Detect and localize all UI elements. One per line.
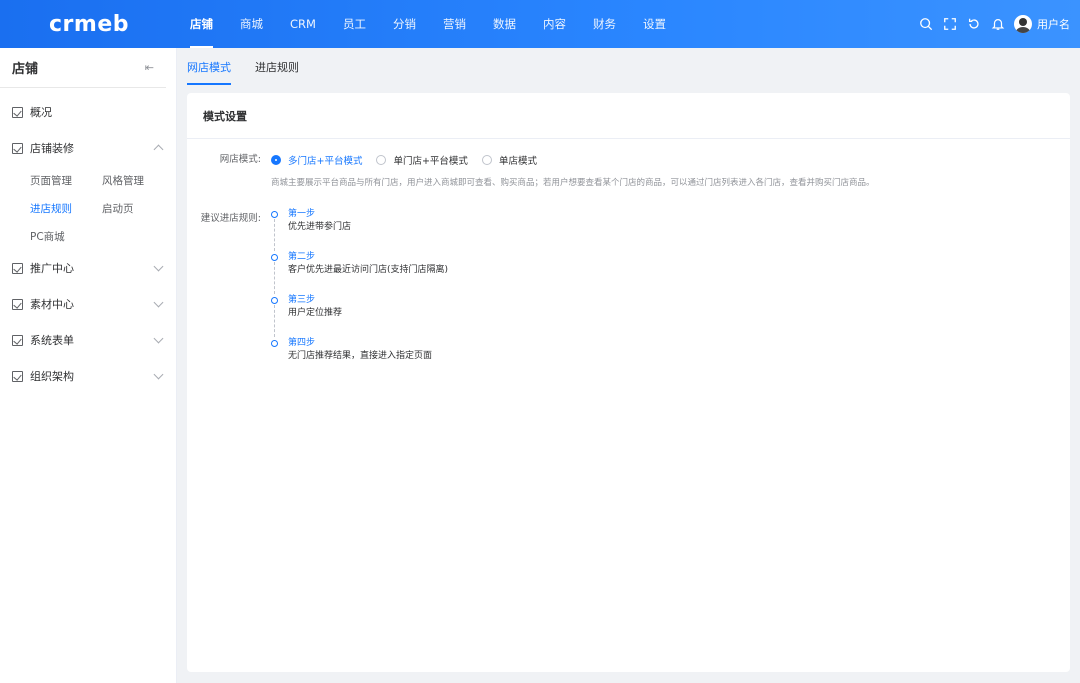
step-title: 第二步 xyxy=(288,252,316,262)
checkbox-doc-icon xyxy=(12,142,23,154)
sidebar-item-label: 店铺装修 xyxy=(30,142,74,155)
top-nav: 店铺 商城 CRM 员工 分销 营销 数据 内容 财务 设置 xyxy=(178,0,681,48)
sidebar-item-label: 推广中心 xyxy=(30,262,74,275)
timeline-node-icon xyxy=(271,211,278,218)
topnav-item-mall[interactable]: 商城 xyxy=(231,0,272,48)
topnav-item-data[interactable]: 数据 xyxy=(484,0,525,48)
radio-dot[interactable] xyxy=(481,155,492,165)
timeline-node-icon xyxy=(271,340,278,347)
timeline-step: 第三步 用户定位推荐 xyxy=(271,294,448,337)
refresh-icon[interactable] xyxy=(962,12,986,36)
submenu-item-pc-mall[interactable]: PC商城 xyxy=(30,222,102,250)
timeline-node-icon xyxy=(271,254,278,261)
checkbox-doc-icon xyxy=(12,370,23,382)
chevron-down-icon xyxy=(153,261,164,272)
radio-single-store[interactable]: 单店模式 xyxy=(481,153,537,167)
topnav-item-crm[interactable]: CRM xyxy=(281,0,325,48)
topnav-item-staff[interactable]: 员工 xyxy=(334,0,375,48)
bell-icon[interactable] xyxy=(986,12,1010,36)
brand-logo[interactable]: crmeb xyxy=(0,0,178,48)
mode-form-row: 网店模式: 多门店+平台模式 单门店+平台模式 单店模式 xyxy=(187,153,551,167)
rules-label: 建议进店规则: xyxy=(200,213,261,224)
chevron-up-icon xyxy=(153,144,164,155)
timeline-node-icon xyxy=(271,297,278,304)
collapse-sidebar-icon[interactable]: ⇤ xyxy=(145,61,154,74)
fullscreen-icon[interactable] xyxy=(938,12,962,36)
mode-settings-card: 模式设置 网店模式: 多门店+平台模式 单门店+平台模式 单店模式 商城主要展示… xyxy=(187,93,1070,672)
checkbox-doc-icon xyxy=(12,298,23,310)
mode-hint-text: 商城主要展示平台商品与所有门店，用户进入商城即可查看、购买商品；若用户想要查看某… xyxy=(271,178,875,188)
sidebar-item-materials[interactable]: 素材中心 xyxy=(0,286,176,322)
chevron-down-icon xyxy=(153,297,164,308)
step-title: 第一步 xyxy=(288,209,316,219)
submenu-item-entry-rules[interactable]: 进店规则 xyxy=(30,194,102,222)
user-name[interactable]: 用户名 xyxy=(1037,16,1070,32)
tab-store-mode[interactable]: 网店模式 xyxy=(187,48,231,85)
radio-label: 单店模式 xyxy=(498,156,537,167)
top-bar: crmeb 店铺 商城 CRM 员工 分销 营销 数据 内容 财务 设置 用户名 xyxy=(0,0,1080,48)
timeline-connector xyxy=(274,262,275,294)
sidebar-item-system-forms[interactable]: 系统表单 xyxy=(0,322,176,358)
sidebar-item-organization[interactable]: 组织架构 xyxy=(0,358,176,394)
radio-multi-store-platform[interactable]: 多门店+平台模式 xyxy=(271,153,362,167)
sidebar: 店铺 ⇤ 概况 店铺装修 页面管理 风格管理 进店规则 启动页 PC商城 推广中… xyxy=(0,48,177,683)
user-menu[interactable]: 用户名 xyxy=(1014,15,1070,33)
submenu-item-page-manage[interactable]: 页面管理 xyxy=(30,166,102,194)
checkbox-doc-icon xyxy=(12,262,23,274)
topnav-item-finance[interactable]: 财务 xyxy=(584,0,625,48)
radio-dot[interactable] xyxy=(376,155,387,165)
topnav-item-marketing[interactable]: 营销 xyxy=(434,0,475,48)
topnav-item-distribution[interactable]: 分销 xyxy=(384,0,425,48)
checkbox-doc-icon xyxy=(12,334,23,346)
submenu-item-style-manage[interactable]: 风格管理 xyxy=(102,166,174,194)
top-right-tools: 用户名 xyxy=(914,0,1070,48)
chevron-down-icon xyxy=(153,369,164,380)
chevron-down-icon xyxy=(153,333,164,344)
sidebar-header: 店铺 ⇤ xyxy=(0,48,166,88)
mode-radio-group: 多门店+平台模式 单门店+平台模式 单店模式 xyxy=(271,153,551,167)
topnav-item-settings[interactable]: 设置 xyxy=(634,0,675,48)
sidebar-title: 店铺 xyxy=(12,62,39,77)
step-desc: 客户优先进最近访问门店(支持门店隔离) xyxy=(288,265,449,275)
sidebar-item-promotion[interactable]: 推广中心 xyxy=(0,250,176,286)
topnav-item-store[interactable]: 店铺 xyxy=(181,0,222,48)
timeline-step: 第一步 优先进带参门店 xyxy=(271,208,448,251)
step-desc: 用户定位推荐 xyxy=(288,308,343,318)
timeline-step: 第二步 客户优先进最近访问门店(支持门店隔离) xyxy=(271,251,448,294)
mode-label: 网店模式: xyxy=(219,154,261,165)
radio-dot[interactable] xyxy=(271,155,281,165)
timeline-step: 第四步 无门店推荐结果，直接进入指定页面 xyxy=(271,337,448,380)
entry-rules-timeline: 第一步 优先进带参门店 第二步 客户优先进最近访问门店(支持门店隔离) 第三步 … xyxy=(271,208,448,380)
radio-label: 多门店+平台模式 xyxy=(288,156,363,167)
sidebar-item-overview[interactable]: 概况 xyxy=(0,94,176,130)
step-title: 第四步 xyxy=(288,338,316,348)
tab-entry-rules[interactable]: 进店规则 xyxy=(255,48,299,85)
submenu-item-splash-page[interactable]: 启动页 xyxy=(102,194,174,222)
step-title: 第三步 xyxy=(288,295,316,305)
step-desc: 优先进带参门店 xyxy=(288,222,352,232)
topnav-item-content[interactable]: 内容 xyxy=(534,0,575,48)
page-tabs: 网店模式 进店规则 xyxy=(187,48,323,85)
checkbox-doc-icon xyxy=(12,106,23,118)
step-desc: 无门店推荐结果，直接进入指定页面 xyxy=(288,351,433,361)
sidebar-item-label: 系统表单 xyxy=(30,334,74,347)
radio-single-store-platform[interactable]: 单门店+平台模式 xyxy=(376,153,468,167)
timeline-connector xyxy=(274,305,275,337)
sidebar-item-label: 组织架构 xyxy=(30,370,74,383)
sidebar-item-decoration[interactable]: 店铺装修 xyxy=(0,130,176,166)
search-icon[interactable] xyxy=(914,12,938,36)
card-title: 模式设置 xyxy=(187,93,1070,139)
sidebar-item-label: 概况 xyxy=(30,106,52,119)
avatar[interactable] xyxy=(1014,15,1032,33)
decoration-submenu: 页面管理 风格管理 进店规则 启动页 PC商城 xyxy=(0,166,176,250)
radio-label: 单门店+平台模式 xyxy=(393,156,468,167)
timeline-connector xyxy=(274,219,275,251)
sidebar-item-label: 素材中心 xyxy=(30,298,74,311)
